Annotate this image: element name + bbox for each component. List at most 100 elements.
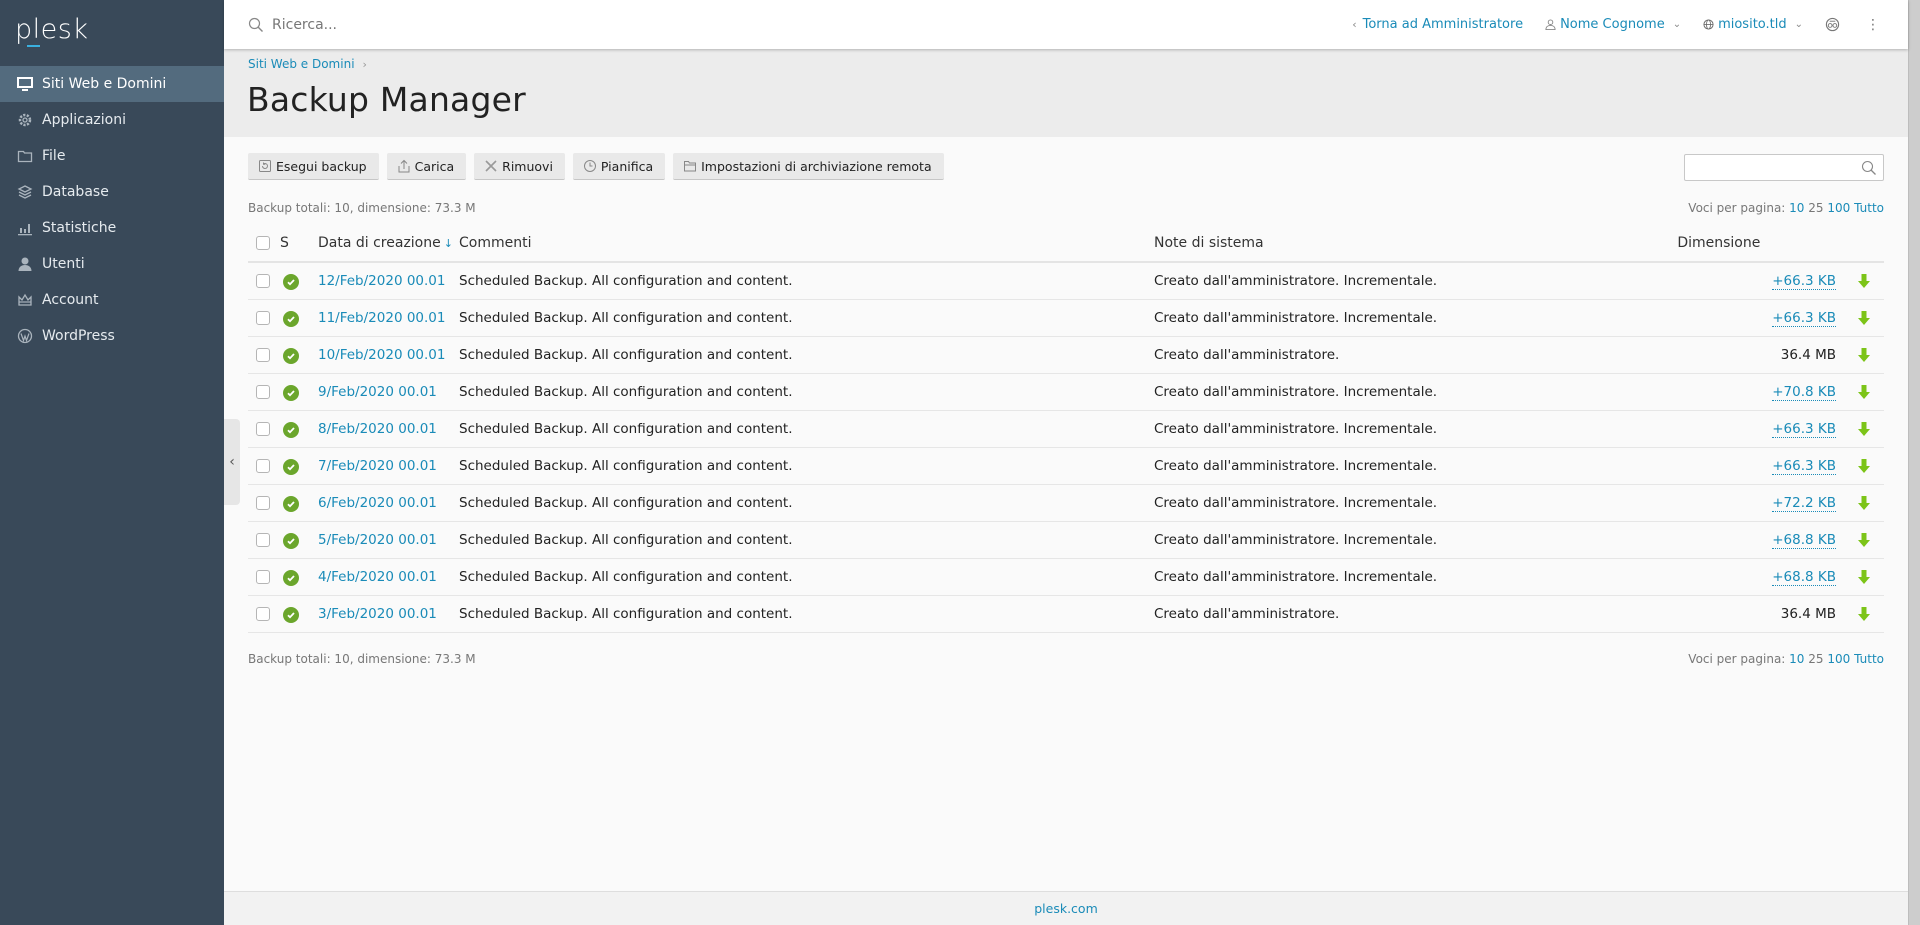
- backup-comment: Scheduled Backup. All configuration and …: [459, 484, 1154, 522]
- backup-date-link[interactable]: 10/Feb/2020 00.01: [318, 347, 445, 363]
- sidebar-item-siti-web[interactable]: Siti Web e Domini: [0, 66, 224, 102]
- per-page-all[interactable]: Tutto: [1854, 201, 1884, 215]
- per-page-all[interactable]: Tutto: [1854, 652, 1884, 666]
- system-note: Creato dall'amministratore. Incrementale…: [1154, 299, 1678, 337]
- chevron-down-icon: ⌄: [1672, 19, 1682, 30]
- backup-date-link[interactable]: 7/Feb/2020 00.01: [318, 458, 437, 474]
- backup-date-link[interactable]: 11/Feb/2020 00.01: [318, 310, 445, 326]
- row-checkbox[interactable]: [256, 310, 270, 325]
- sidebar-item-account[interactable]: Account: [0, 282, 224, 318]
- row-checkbox[interactable]: [256, 384, 270, 399]
- remove-button[interactable]: Rimuovi: [474, 153, 565, 180]
- download-icon[interactable]: [1854, 310, 1874, 326]
- status-ok-icon: [283, 274, 299, 291]
- sidebar-item-label: Database: [42, 184, 109, 200]
- row-checkbox[interactable]: [256, 606, 270, 621]
- backup-size[interactable]: +70.8 KB: [1772, 383, 1836, 401]
- table-row: 6/Feb/2020 00.01 Scheduled Backup. All co…: [248, 484, 1884, 522]
- sidebar-item-applicazioni[interactable]: Applicazioni: [0, 102, 224, 138]
- per-page-100[interactable]: 100: [1827, 652, 1850, 666]
- backup-size[interactable]: +66.3 KB: [1772, 420, 1836, 438]
- row-checkbox[interactable]: [256, 532, 270, 547]
- bar-chart-icon: [16, 220, 33, 237]
- system-note: Creato dall'amministratore. Incrementale…: [1154, 410, 1678, 448]
- domain-menu[interactable]: miosito.tld ⌄: [1703, 17, 1803, 32]
- table-row: 9/Feb/2020 00.01 Scheduled Backup. All co…: [248, 373, 1884, 411]
- per-page-10[interactable]: 10: [1789, 652, 1804, 666]
- download-icon[interactable]: [1854, 606, 1874, 622]
- back-to-admin-link[interactable]: ‹ Torna ad Amministratore: [1352, 17, 1523, 32]
- download-icon[interactable]: [1854, 495, 1874, 511]
- sidebar-item-statistiche[interactable]: Statistiche: [0, 210, 224, 246]
- download-icon[interactable]: [1854, 421, 1874, 437]
- per-page-100[interactable]: 100: [1827, 201, 1850, 215]
- system-note: Creato dall'amministratore. Incrementale…: [1154, 447, 1678, 485]
- upload-icon: [398, 159, 410, 173]
- breadcrumb-link[interactable]: Siti Web e Domini: [248, 57, 355, 71]
- row-checkbox[interactable]: [256, 347, 270, 362]
- search-icon[interactable]: [1861, 160, 1877, 176]
- system-note: Creato dall'amministratore.: [1154, 595, 1678, 633]
- upload-button[interactable]: Carica: [386, 153, 467, 180]
- backup-date-link[interactable]: 6/Feb/2020 00.01: [318, 495, 437, 511]
- backup-summary-bottom: Backup totali: 10, dimensione: 73.3 M: [248, 652, 476, 666]
- status-ok-icon: [283, 570, 299, 586]
- download-icon[interactable]: [1854, 532, 1874, 548]
- table-row: 7/Feb/2020 00.01 Scheduled Backup. All co…: [248, 447, 1884, 485]
- plesk-logo[interactable]: plesk: [0, 0, 224, 66]
- global-search[interactable]: Ricerca...: [248, 17, 1352, 33]
- backup-size: 36.4 MB: [1780, 605, 1836, 622]
- download-icon[interactable]: [1854, 384, 1874, 400]
- sidebar-item-database[interactable]: Database: [0, 174, 224, 210]
- backup-date-link[interactable]: 9/Feb/2020 00.01: [318, 384, 437, 400]
- column-date[interactable]: Data di creazione ↓: [318, 225, 459, 263]
- download-icon[interactable]: [1854, 273, 1874, 289]
- user-menu[interactable]: Nome Cognome ⌄: [1545, 17, 1681, 32]
- sidebar-item-utenti[interactable]: Utenti: [0, 246, 224, 282]
- backup-date-link[interactable]: 4/Feb/2020 00.01: [318, 569, 437, 585]
- scrollbar[interactable]: [1908, 0, 1920, 925]
- row-checkbox[interactable]: [256, 421, 270, 436]
- backup-date-link[interactable]: 12/Feb/2020 00.01: [318, 273, 445, 289]
- help-button[interactable]: [1825, 17, 1844, 32]
- list-search-input[interactable]: [1685, 155, 1855, 180]
- backup-comment: Scheduled Backup. All configuration and …: [459, 595, 1154, 633]
- download-icon[interactable]: [1854, 458, 1874, 474]
- backup-size[interactable]: +68.8 KB: [1772, 568, 1836, 586]
- backup-size[interactable]: +68.8 KB: [1772, 531, 1836, 549]
- row-checkbox[interactable]: [256, 458, 270, 473]
- sidebar-item-file[interactable]: File: [0, 138, 224, 174]
- remote-storage-settings-button[interactable]: Impostazioni di archiviazione remota: [673, 153, 944, 180]
- status-ok-icon: [283, 607, 299, 623]
- more-menu-icon[interactable]: ⋮: [1866, 18, 1880, 32]
- plesk-com-link[interactable]: plesk.com: [1034, 901, 1098, 916]
- backup-size[interactable]: +66.3 KB: [1772, 309, 1836, 327]
- per-page-25-current: 25: [1808, 652, 1824, 666]
- backup-date-link[interactable]: 5/Feb/2020 00.01: [318, 532, 437, 548]
- column-size[interactable]: Dimensione: [1677, 225, 1884, 263]
- download-icon[interactable]: [1854, 347, 1874, 363]
- pagination-label: Voci per pagina:: [1688, 201, 1786, 215]
- schedule-button[interactable]: Pianifica: [572, 153, 666, 180]
- sidebar-collapse-button[interactable]: ‹: [224, 419, 240, 505]
- column-system-notes[interactable]: Note di sistema: [1154, 225, 1678, 263]
- row-checkbox[interactable]: [256, 495, 270, 510]
- backup-size[interactable]: +72.2 KB: [1772, 494, 1836, 512]
- column-comments[interactable]: Commenti: [459, 225, 1154, 263]
- backup-size[interactable]: +66.3 KB: [1772, 457, 1836, 475]
- sidebar-item-label: Siti Web e Domini: [42, 76, 167, 92]
- backup-summary-top: Backup totali: 10, dimensione: 73.3 M: [248, 201, 476, 215]
- backup-date-link[interactable]: 3/Feb/2020 00.01: [318, 606, 437, 622]
- table-row: 8/Feb/2020 00.01 Scheduled Backup. All co…: [248, 410, 1884, 448]
- select-all-checkbox[interactable]: [256, 236, 270, 250]
- sidebar-item-wordpress[interactable]: WordPress: [0, 318, 224, 354]
- run-backup-button[interactable]: Esegui backup: [248, 153, 379, 180]
- table-row: 5/Feb/2020 00.01 Scheduled Backup. All co…: [248, 521, 1884, 559]
- download-icon[interactable]: [1854, 569, 1874, 585]
- row-checkbox[interactable]: [256, 569, 270, 584]
- backup-date-link[interactable]: 8/Feb/2020 00.01: [318, 421, 437, 437]
- row-checkbox[interactable]: [256, 273, 270, 288]
- backup-size[interactable]: +66.3 KB: [1772, 272, 1836, 290]
- per-page-10[interactable]: 10: [1789, 201, 1804, 215]
- list-search[interactable]: [1684, 154, 1884, 181]
